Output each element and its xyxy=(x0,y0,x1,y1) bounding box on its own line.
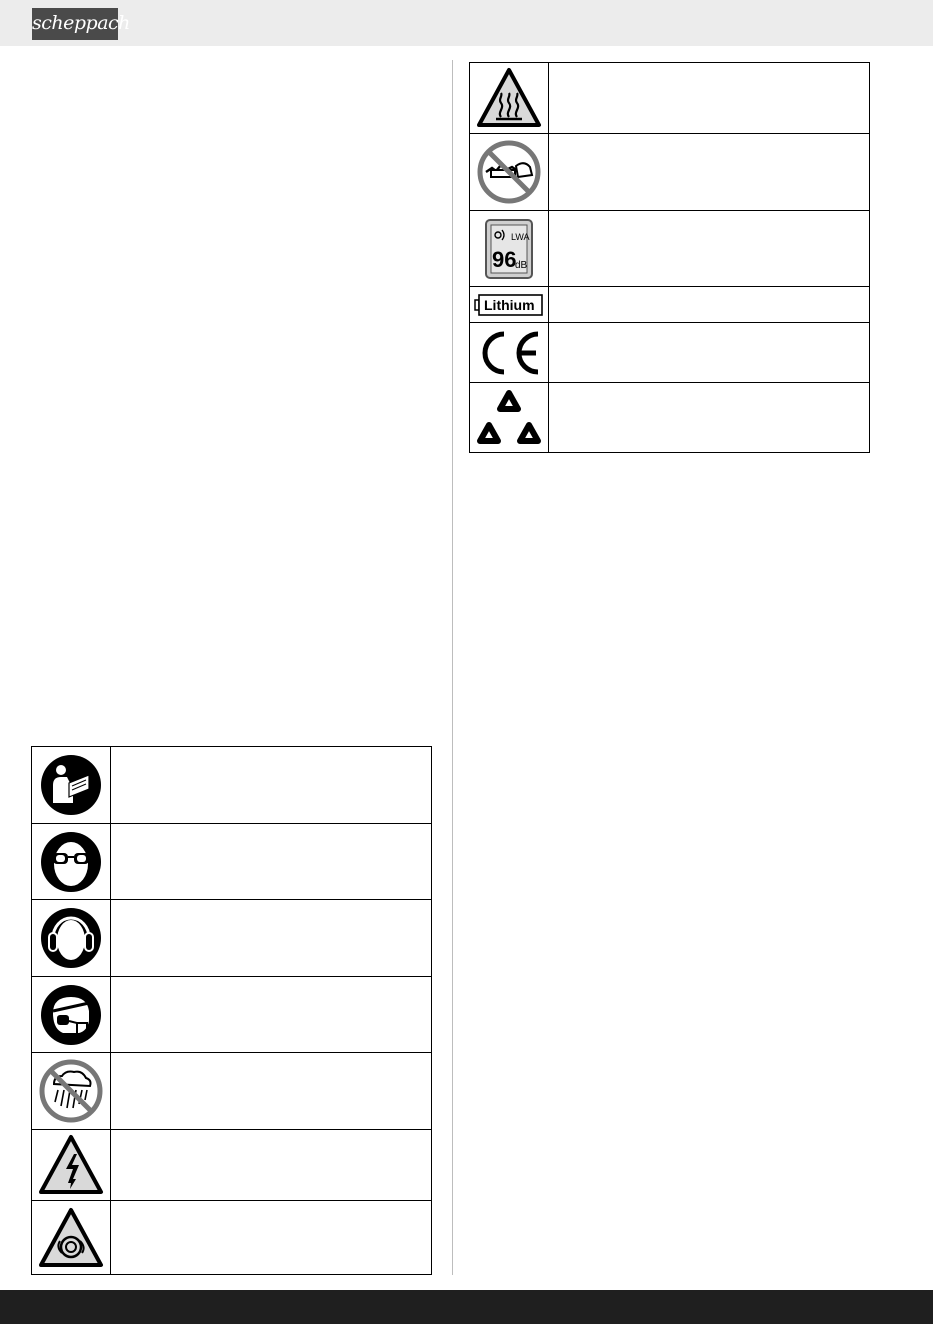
symbol-row xyxy=(31,899,432,977)
symbol-row xyxy=(469,62,870,134)
symbol-description xyxy=(110,1129,432,1201)
brand-logo: scheppach xyxy=(32,8,130,40)
symbol-row xyxy=(469,322,870,383)
symbol-row xyxy=(469,382,870,453)
symbol-row xyxy=(31,823,432,900)
respiratory-protection-icon xyxy=(31,976,111,1053)
page-footer xyxy=(0,1290,933,1324)
symbol-description xyxy=(548,62,870,134)
sound-power-level-icon: LWA 96 dB xyxy=(469,210,549,287)
symbol-description xyxy=(110,899,432,977)
symbol-description xyxy=(110,976,432,1053)
rotating-parts-warning-icon xyxy=(31,1200,111,1275)
symbol-row xyxy=(469,133,870,211)
symbol-description xyxy=(110,746,432,824)
symbol-table-left xyxy=(31,746,432,1275)
symbol-row xyxy=(31,1200,432,1275)
sound-value: 96 xyxy=(492,247,516,272)
symbol-row xyxy=(31,746,432,824)
symbol-row xyxy=(31,1129,432,1201)
lithium-battery-icon: Lithium xyxy=(469,286,549,323)
no-chain-saw-use-icon xyxy=(469,133,549,211)
no-rain-exposure-icon xyxy=(31,1052,111,1130)
recycling-triangle-icon xyxy=(469,382,549,453)
read-manual-icon xyxy=(31,746,111,824)
symbol-description xyxy=(110,1052,432,1130)
symbol-description xyxy=(548,286,870,323)
symbol-table-right: LWA 96 dB Lithium xyxy=(469,62,870,453)
battery-label: Lithium xyxy=(484,297,535,313)
symbol-row: Lithium xyxy=(469,286,870,323)
symbol-description xyxy=(548,210,870,287)
symbol-description xyxy=(548,322,870,383)
eye-protection-icon xyxy=(31,823,111,900)
ce-mark-icon xyxy=(469,322,549,383)
symbol-row xyxy=(31,1052,432,1130)
hot-surface-warning-icon xyxy=(469,62,549,134)
sound-label: LWA xyxy=(511,232,530,242)
symbol-description xyxy=(110,823,432,900)
page-header: scheppach xyxy=(0,0,933,46)
sound-unit: dB xyxy=(515,260,528,271)
symbol-description xyxy=(548,133,870,211)
symbol-row xyxy=(31,976,432,1053)
column-divider xyxy=(452,60,453,1275)
electric-shock-warning-icon xyxy=(31,1129,111,1201)
symbol-row: LWA 96 dB xyxy=(469,210,870,287)
symbol-description xyxy=(548,382,870,453)
symbol-description xyxy=(110,1200,432,1275)
ear-protection-icon xyxy=(31,899,111,977)
